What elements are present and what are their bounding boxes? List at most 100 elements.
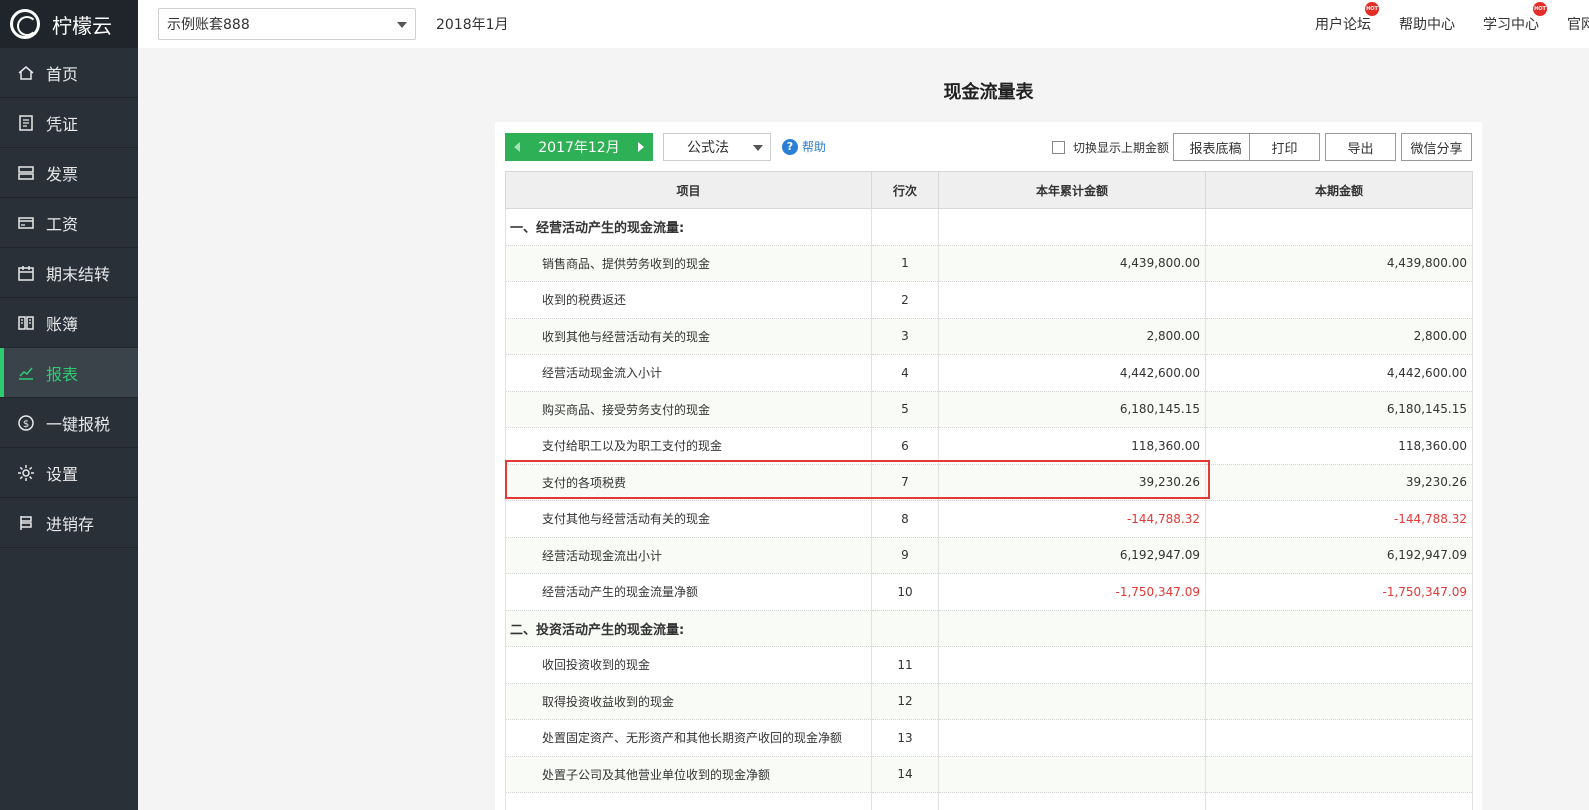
chevron-down-icon <box>397 22 407 28</box>
sidebar-item-9[interactable]: 进销存 <box>0 498 138 548</box>
table-row[interactable]: 经营活动现金流出小计 9 6,192,947.09 6,192,947.09 <box>505 536 1473 574</box>
cell-item: 处置固定资产、无形资产和其他长期资产收回的现金净额 <box>505 719 872 757</box>
method-select[interactable]: 公式法 <box>663 133 771 161</box>
wechat-share-button[interactable]: 微信分享 <box>1401 133 1472 161</box>
toggle-prev-amount[interactable]: 切换显示上期金额 <box>1052 139 1169 156</box>
cell-ytd-amount <box>938 719 1206 757</box>
sidebar-item-6[interactable]: 报表 <box>0 348 138 398</box>
cash-flow-table: 项目 行次 本年累计金额 本期金额 一、经营活动产生的现金流量: 销售商品、提供劳… <box>505 171 1473 810</box>
cell-ytd-amount <box>938 208 1206 246</box>
draft-button[interactable]: 报表底稿 <box>1173 133 1258 161</box>
logo[interactable]: 柠檬云 <box>0 0 138 48</box>
top-link-3[interactable]: 官网 <box>1567 14 1589 34</box>
cell-item: 处置子公司及其他营业单位收到的现金净额 <box>505 755 872 793</box>
cell-period-amount: -144,788.32 <box>1205 500 1473 538</box>
cell-period-amount <box>1205 682 1473 720</box>
cell-ytd-amount: 39,230.26 <box>938 463 1206 501</box>
top-link-1[interactable]: 帮助中心 <box>1399 14 1455 34</box>
tax-coin-icon: $ <box>16 414 36 432</box>
sidebar-item-label: 设置 <box>46 464 79 484</box>
ledger-book-icon <box>16 314 36 332</box>
account-select[interactable]: 示例账套888 <box>158 8 416 40</box>
print-button[interactable]: 打印 <box>1249 133 1320 161</box>
prev-period-icon[interactable] <box>514 142 520 152</box>
table-row[interactable]: 取得投资收益收到的现金 12 <box>505 682 1473 720</box>
table-header-row: 项目 行次 本年累计金额 本期金额 <box>505 171 1473 209</box>
period-picker[interactable]: 2017年12月 <box>505 133 653 161</box>
salary-card-icon <box>16 214 36 232</box>
calendar-icon <box>16 264 36 282</box>
cell-item: 销售商品、提供劳务收到的现金 <box>505 244 872 282</box>
cell-item: 收回投资收到的现金 <box>505 646 872 684</box>
export-button[interactable]: 导出 <box>1325 133 1396 161</box>
cell-ytd-amount: 4,439,800.00 <box>938 244 1206 282</box>
cell-line: 6 <box>871 427 939 465</box>
table-row[interactable]: 一、经营活动产生的现金流量: <box>505 208 1473 246</box>
cell-period-amount <box>1205 281 1473 319</box>
cell-period-amount <box>1205 755 1473 793</box>
period-picker-value: 2017年12月 <box>538 140 620 156</box>
gear-icon <box>16 464 36 482</box>
table-row[interactable]: 销售商品、提供劳务收到的现金 1 4,439,800.00 4,439,800.00 <box>505 244 1473 282</box>
help-link[interactable]: ? 帮助 <box>782 138 826 155</box>
hot-badge-icon: HOT <box>1365 2 1379 16</box>
sidebar-item-5[interactable]: 账簿 <box>0 298 138 348</box>
table-row[interactable]: 收到的税费返还 2 <box>505 281 1473 319</box>
chart-line-icon <box>16 364 36 382</box>
sidebar-item-label: 期末结转 <box>46 264 111 284</box>
cell-ytd-amount <box>938 682 1206 720</box>
cell-line: 1 <box>871 244 939 282</box>
lemon-logo-icon <box>10 9 40 39</box>
top-link-2[interactable]: 学习中心 HOT <box>1483 2 1547 34</box>
table-row[interactable]: 处置固定资产、无形资产和其他长期资产收回的现金净额 13 <box>505 719 1473 757</box>
sidebar-item-8[interactable]: 设置 <box>0 448 138 498</box>
table-row[interactable]: 支付给职工以及为职工支付的现金 6 118,360.00 118,360.00 <box>505 427 1473 465</box>
report-toolbar: 2017年12月 公式法 ? 帮助 切换显示上期金额 报表底稿 打印 导出 微信… <box>505 133 1472 161</box>
table-row[interactable] <box>505 792 1473 810</box>
sidebar-item-0[interactable]: 首页 <box>0 48 138 98</box>
top-links: 用户论坛 HOT 帮助中心 学习中心 HOT 官网 <box>1315 0 1589 48</box>
sidebar-item-1[interactable]: 凭证 <box>0 98 138 148</box>
table-row[interactable]: 支付其他与经营活动有关的现金 8 -144,788.32 -144,788.32 <box>505 500 1473 538</box>
cell-ytd-amount: 6,180,145.15 <box>938 390 1206 428</box>
cell-ytd-amount <box>938 609 1206 647</box>
cell-item: 经营活动现金流出小计 <box>505 536 872 574</box>
current-period: 2018年1月 <box>436 17 509 33</box>
table-row[interactable]: 收到其他与经营活动有关的现金 3 2,800.00 2,800.00 <box>505 317 1473 355</box>
table-row[interactable]: 经营活动现金流入小计 4 4,442,600.00 4,442,600.00 <box>505 354 1473 392</box>
top-link-label: 帮助中心 <box>1399 17 1455 33</box>
sidebar-item-7[interactable]: $ 一键报税 <box>0 398 138 448</box>
column-header-ytd: 本年累计金额 <box>938 171 1206 209</box>
sidebar-item-label: 一键报税 <box>46 414 111 434</box>
sidebar-item-4[interactable]: 期末结转 <box>0 248 138 298</box>
table-row[interactable]: 收回投资收到的现金 11 <box>505 646 1473 684</box>
cell-line: 14 <box>871 755 939 793</box>
next-period-icon[interactable] <box>638 142 644 152</box>
top-link-0[interactable]: 用户论坛 HOT <box>1315 2 1379 34</box>
cell-item: 取得投资收益收到的现金 <box>505 682 872 720</box>
toggle-prev-checkbox[interactable] <box>1052 141 1065 154</box>
column-header-item: 项目 <box>505 171 872 209</box>
table-row[interactable]: 经营活动产生的现金流量净额 10 -1,750,347.09 -1,750,347.0… <box>505 573 1473 611</box>
cell-period-amount: 2,800.00 <box>1205 317 1473 355</box>
sidebar-item-3[interactable]: 工资 <box>0 198 138 248</box>
table-row[interactable]: 购买商品、接受劳务支付的现金 5 6,180,145.15 6,180,145.15 <box>505 390 1473 428</box>
sidebar-item-2[interactable]: 发票 <box>0 148 138 198</box>
table-row[interactable]: 二、投资活动产生的现金流量: <box>505 609 1473 647</box>
help-icon: ? <box>782 138 798 155</box>
cell-ytd-amount: -1,750,347.09 <box>938 573 1206 611</box>
cell-period-amount <box>1205 646 1473 684</box>
sidebar-item-label: 进销存 <box>46 514 95 534</box>
table-row[interactable]: 处置子公司及其他营业单位收到的现金净额 14 <box>505 755 1473 793</box>
top-link-label: 用户论坛 <box>1315 17 1371 33</box>
cell-ytd-amount: -144,788.32 <box>938 500 1206 538</box>
cell-ytd-amount: 118,360.00 <box>938 427 1206 465</box>
sidebar: 柠檬云 首页 凭证 发票 工资期末结转账簿 报表 $ 一键报税设置进销存 <box>0 0 138 810</box>
cell-line: 2 <box>871 281 939 319</box>
invoice-icon <box>16 164 36 182</box>
sidebar-nav: 首页 凭证 发票 工资期末结转账簿 报表 $ 一键报税设置进销存 <box>0 48 138 548</box>
table-row[interactable]: 支付的各项税费 7 39,230.26 39,230.26 <box>505 463 1473 501</box>
cell-line: 5 <box>871 390 939 428</box>
cell-item <box>505 792 872 810</box>
cell-period-amount <box>1205 719 1473 757</box>
